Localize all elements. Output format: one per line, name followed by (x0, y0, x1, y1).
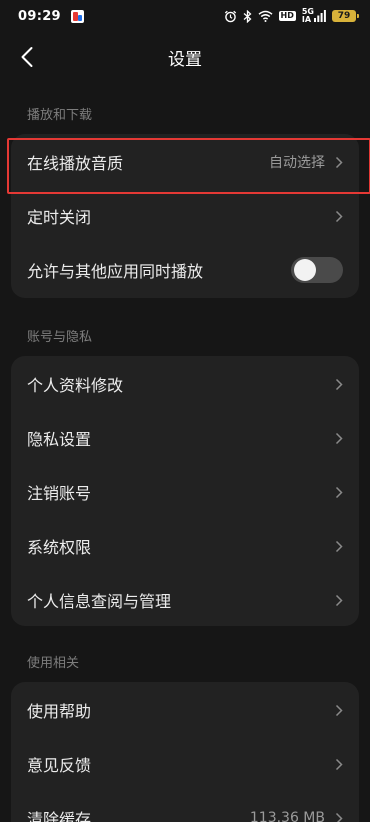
card-usage: 使用帮助 意见反馈 清除缓存 113.36 MB (11, 682, 359, 822)
wifi-icon (258, 10, 273, 22)
card-playback: 在线播放音质 自动选择 定时关闭 允许与其他应用同时播放 (11, 134, 359, 298)
chevron-right-icon (335, 540, 343, 553)
list-item-label: 个人信息查阅与管理 (27, 592, 172, 611)
online-quality-label: 在线播放音质 (27, 154, 124, 173)
list-item-delete-account[interactable]: 注销账号 (11, 465, 359, 519)
chevron-right-icon (335, 704, 343, 717)
chevron-right-icon (335, 594, 343, 607)
sleep-timer-label: 定时关闭 (27, 208, 92, 227)
clear-cache-value: 113.36 MB (249, 810, 325, 822)
list-item-label: 隐私设置 (27, 430, 92, 449)
online-quality-value: 自动选择 (269, 155, 325, 171)
chevron-left-icon (21, 47, 33, 67)
list-item-label: 注销账号 (27, 484, 92, 503)
status-icons: HD 5G IA 79 (224, 8, 359, 24)
help-label: 使用帮助 (27, 702, 92, 721)
chevron-right-icon (335, 758, 343, 771)
list-item-system-permissions[interactable]: 系统权限 (11, 519, 359, 573)
chevron-right-icon (335, 812, 343, 822)
page-title: 设置 (168, 50, 202, 70)
chevron-right-icon (335, 210, 343, 223)
allow-concurrent-toggle[interactable] (291, 257, 343, 283)
section-title-playback: 播放和下载 (27, 108, 93, 123)
sleep-timer-row[interactable]: 定时关闭 (11, 189, 359, 243)
help-row[interactable]: 使用帮助 (11, 683, 359, 737)
chevron-right-icon (335, 432, 343, 445)
chevron-right-icon (335, 156, 343, 169)
section-title-account: 账号与隐私 (27, 330, 93, 345)
section-title-usage: 使用相关 (27, 656, 80, 671)
list-item-personal-info-management[interactable]: 个人信息查阅与管理 (11, 573, 359, 627)
allow-concurrent-label: 允许与其他应用同时播放 (27, 262, 204, 281)
clear-cache-label: 清除缓存 (27, 810, 92, 822)
feedback-row[interactable]: 意见反馈 (11, 737, 359, 791)
card-account: 个人资料修改 隐私设置 注销账号 系统权限 个人信息查阅与管理 (11, 356, 359, 626)
clear-cache-row[interactable]: 清除缓存 113.36 MB (11, 791, 359, 822)
app-notification-icon (70, 9, 84, 23)
alarm-icon (224, 10, 237, 23)
online-quality-row[interactable]: 在线播放音质 自动选择 (11, 135, 359, 189)
allow-concurrent-row: 允许与其他应用同时播放 (11, 243, 359, 297)
list-item-label: 个人资料修改 (27, 376, 124, 395)
list-item-profile-edit[interactable]: 个人资料修改 (11, 357, 359, 411)
chevron-right-icon (335, 486, 343, 499)
feedback-label: 意见反馈 (27, 756, 92, 775)
status-time: 09:29 (18, 8, 61, 24)
list-item-label: 系统权限 (27, 538, 92, 557)
battery-indicator: 79 (332, 10, 359, 22)
toggle-knob (294, 259, 316, 281)
hd-badge: HD (278, 11, 296, 21)
list-item-privacy-settings[interactable]: 隐私设置 (11, 411, 359, 465)
back-button[interactable] (10, 40, 44, 74)
bluetooth-icon (243, 9, 252, 23)
nav-bar: 设置 (0, 32, 370, 82)
chevron-right-icon (335, 378, 343, 391)
status-bar: 09:29 HD 5G IA 79 (0, 0, 370, 32)
signal-label-bottom: IA (301, 15, 312, 24)
signal-icon: 5G IA (302, 8, 326, 24)
